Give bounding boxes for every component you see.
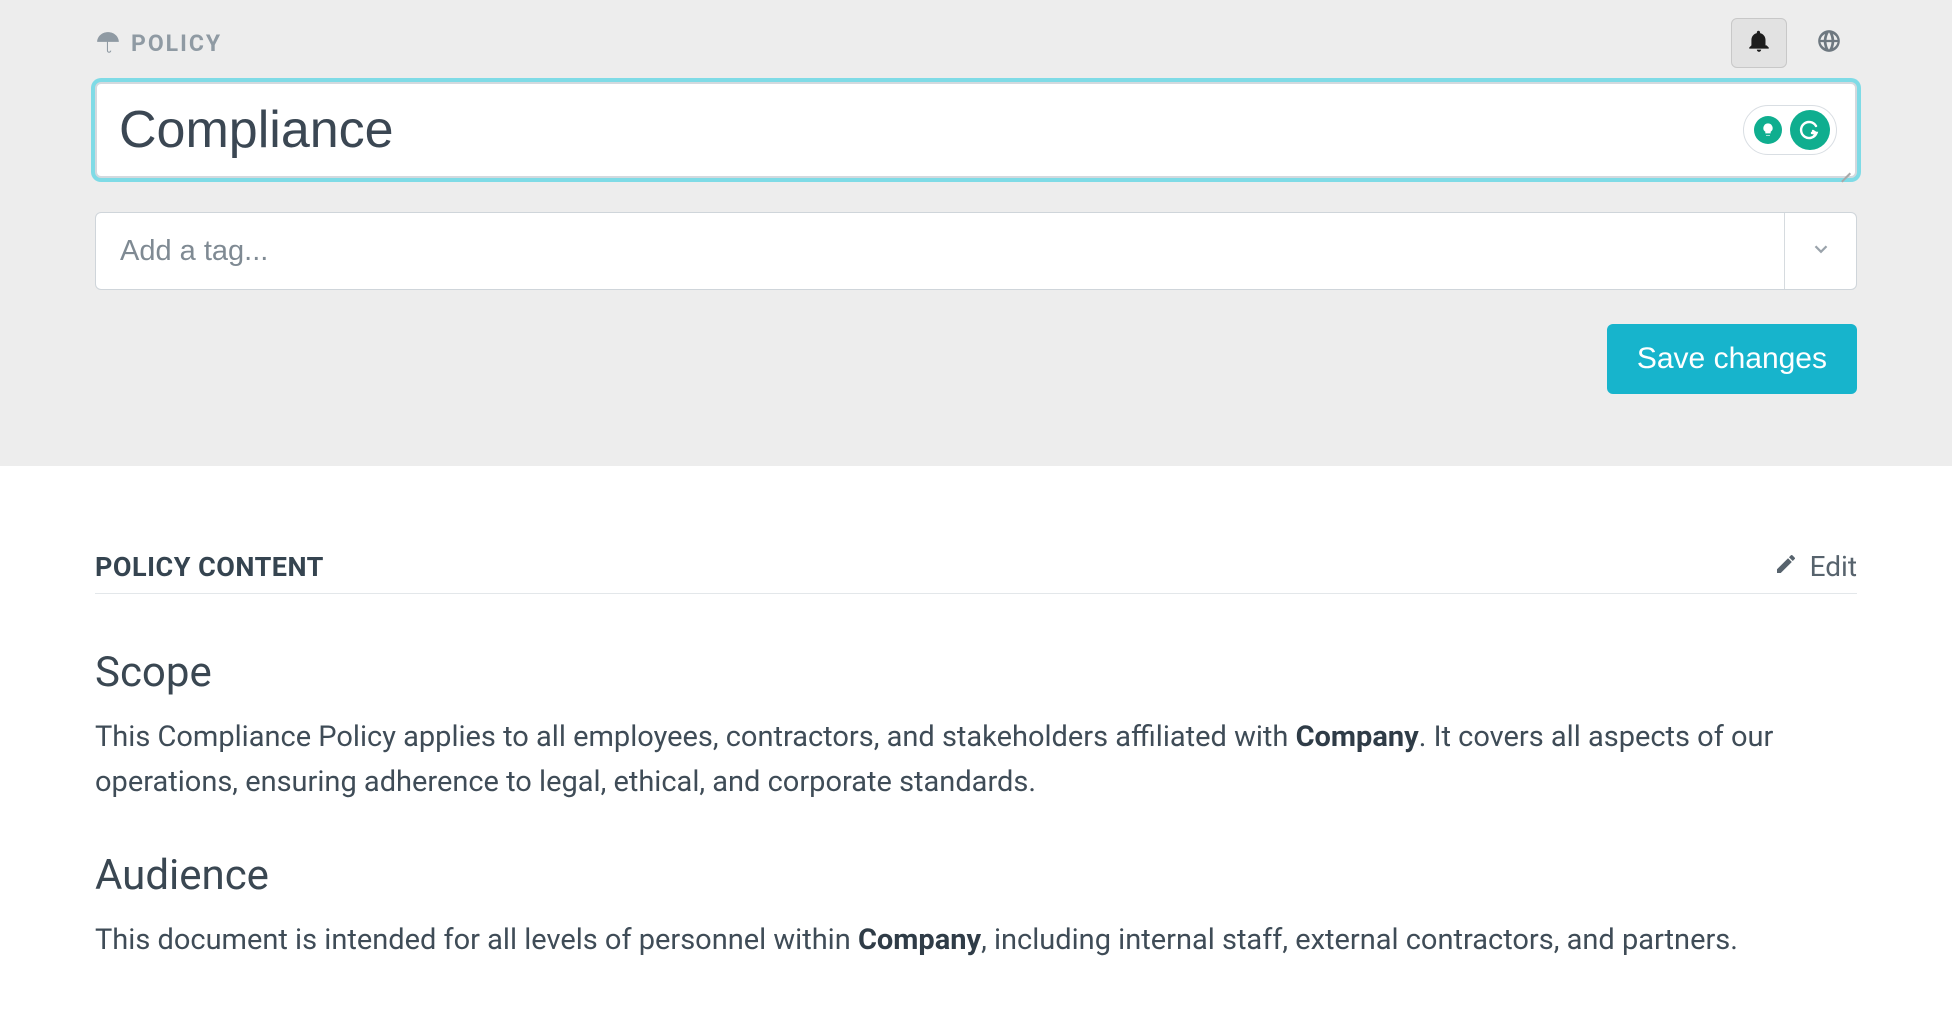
chevron-down-icon xyxy=(1810,238,1832,264)
tag-row xyxy=(95,212,1857,290)
policy-body: Scope This Compliance Policy applies to … xyxy=(95,648,1857,963)
grammarly-icon xyxy=(1790,110,1830,150)
tag-input[interactable] xyxy=(96,213,1784,289)
globe-icon xyxy=(1816,28,1842,58)
audience-text-post: , including internal staff, external con… xyxy=(981,923,1738,957)
top-row: POLICY xyxy=(95,18,1857,68)
scope-company-name: Company xyxy=(1296,720,1419,754)
policy-content-heading: POLICY CONTENT xyxy=(95,551,324,583)
scope-heading: Scope xyxy=(95,648,1857,697)
tag-dropdown-button[interactable] xyxy=(1784,213,1856,289)
grammarly-badge[interactable] xyxy=(1743,105,1837,155)
title-input-wrap xyxy=(95,82,1857,178)
top-icon-group xyxy=(1731,18,1857,68)
policy-type-label: POLICY xyxy=(131,30,222,57)
save-row: Save changes xyxy=(95,324,1857,394)
bell-icon xyxy=(1746,28,1772,58)
policy-label-wrap: POLICY xyxy=(95,30,222,57)
visibility-button[interactable] xyxy=(1801,18,1857,68)
notifications-button[interactable] xyxy=(1731,18,1787,68)
content-region: POLICY CONTENT Edit Scope This Complianc… xyxy=(0,466,1952,963)
save-changes-button[interactable]: Save changes xyxy=(1607,324,1857,394)
edit-label: Edit xyxy=(1810,550,1857,583)
audience-company-name: Company xyxy=(858,923,981,957)
audience-text-pre: This document is intended for all levels… xyxy=(95,923,858,957)
audience-heading: Audience xyxy=(95,851,1857,900)
scope-text-pre: This Compliance Policy applies to all em… xyxy=(95,720,1296,754)
section-header: POLICY CONTENT Edit xyxy=(95,550,1857,594)
umbrella-icon xyxy=(95,30,121,56)
pencil-icon xyxy=(1774,550,1798,583)
edit-button[interactable]: Edit xyxy=(1774,550,1857,583)
audience-paragraph: This document is intended for all levels… xyxy=(95,918,1857,963)
lightbulb-icon xyxy=(1754,116,1782,144)
scope-paragraph: This Compliance Policy applies to all em… xyxy=(95,715,1857,805)
header-region: POLICY xyxy=(0,0,1952,466)
policy-title-input[interactable] xyxy=(95,82,1857,178)
